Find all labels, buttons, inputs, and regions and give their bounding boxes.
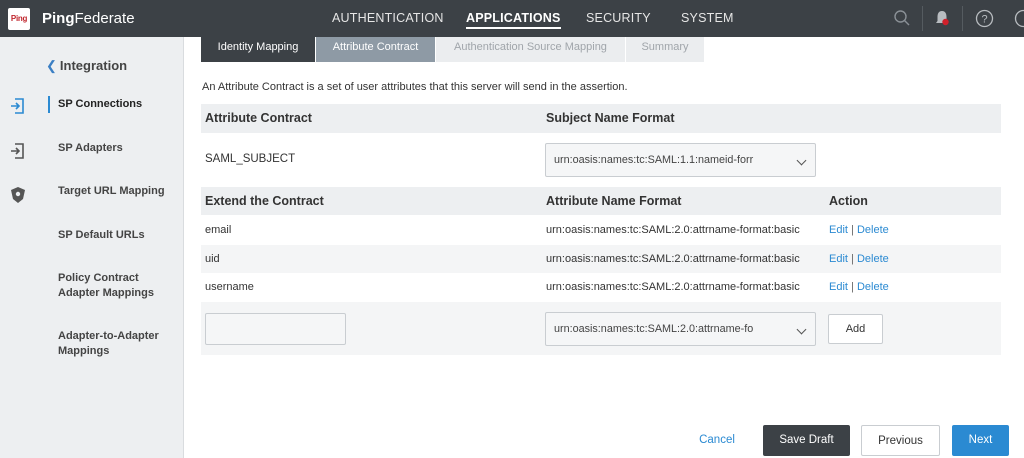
table-row: email urn:oasis:names:tc:SAML:2.0:attrna…	[201, 216, 1001, 245]
subject-name-format-select[interactable]: urn:oasis:names:tc:SAML:1.1:nameid-forr	[545, 143, 816, 177]
ping-logo: Ping	[8, 8, 30, 30]
edit-link[interactable]: Edit	[829, 281, 848, 293]
brand-name-part2: Federate	[74, 10, 135, 27]
subject-attribute-name: SAML_SUBJECT	[205, 153, 296, 165]
delete-link[interactable]: Delete	[857, 224, 889, 236]
back-to-integration-link[interactable]: ❮ Integration	[46, 58, 127, 74]
new-attribute-format-select[interactable]: urn:oasis:names:tc:SAML:2.0:attrname-fo	[545, 312, 816, 346]
column-header-action: Action	[829, 194, 868, 208]
row-actions: Edit | Delete	[829, 281, 889, 293]
table-row: uid urn:oasis:names:tc:SAML:2.0:attrname…	[201, 245, 1001, 273]
save-draft-button[interactable]: Save Draft	[763, 425, 850, 456]
tab-attribute-contract[interactable]: Attribute Contract	[316, 37, 435, 62]
sidebar-item-policy-contract-adapter-mappings[interactable]: Policy Contract Adapter Mappings	[58, 271, 158, 301]
sp-connections-icon[interactable]	[8, 96, 28, 116]
sidebar-item-sp-default-urls[interactable]: SP Default URLs	[58, 228, 178, 243]
attribute-format: urn:oasis:names:tc:SAML:2.0:attrname-for…	[546, 253, 800, 265]
new-attribute-format-value: urn:oasis:names:tc:SAML:2.0:attrname-fo	[554, 323, 754, 335]
action-separator: |	[851, 224, 854, 236]
icon-rail	[0, 37, 36, 458]
extend-contract-header: Extend the Contract Attribute Name Forma…	[201, 187, 1001, 215]
cancel-button[interactable]: Cancel	[688, 425, 746, 456]
attribute-name: uid	[205, 253, 220, 265]
target-url-icon[interactable]	[8, 185, 28, 205]
sidebar-item-sp-connections[interactable]: SP Connections	[58, 97, 178, 112]
sidebar-item-adapter-to-adapter-mappings[interactable]: Adapter-to-Adapter Mappings	[58, 329, 168, 359]
subject-name-format-value: urn:oasis:names:tc:SAML:1.1:nameid-forr	[554, 154, 754, 166]
next-button[interactable]: Next	[952, 425, 1009, 456]
action-separator: |	[851, 253, 854, 265]
tab-identity-mapping[interactable]: Identity Mapping	[201, 37, 315, 62]
topbar-divider	[962, 6, 963, 31]
nav-system[interactable]: SYSTEM	[681, 11, 734, 25]
attribute-format: urn:oasis:names:tc:SAML:2.0:attrname-for…	[546, 224, 800, 236]
notification-bell-icon[interactable]	[933, 9, 951, 27]
user-profile-icon[interactable]	[1014, 9, 1024, 28]
tab-authentication-source-mapping: Authentication Source Mapping	[436, 37, 625, 62]
page-description: An Attribute Contract is a set of user a…	[202, 81, 628, 93]
row-actions: Edit | Delete	[829, 253, 889, 265]
svg-text:?: ?	[981, 14, 987, 26]
column-header-extend-the-contract: Extend the Contract	[205, 194, 324, 208]
sidebar: ❮ Integration SP Connections SP Adapters …	[36, 37, 184, 458]
chevron-left-icon: ❮	[46, 58, 57, 73]
new-attribute-name-input[interactable]	[205, 313, 346, 345]
row-actions: Edit | Delete	[829, 224, 889, 236]
column-header-attribute-name-format: Attribute Name Format	[546, 194, 682, 208]
previous-button[interactable]: Previous	[861, 425, 940, 456]
edit-link[interactable]: Edit	[829, 224, 848, 236]
attribute-format: urn:oasis:names:tc:SAML:2.0:attrname-for…	[546, 281, 800, 293]
attribute-contract-header: Attribute Contract Subject Name Format	[201, 104, 1001, 133]
sp-adapters-icon[interactable]	[8, 141, 28, 161]
delete-link[interactable]: Delete	[857, 281, 889, 293]
table-row: username urn:oasis:names:tc:SAML:2.0:att…	[201, 273, 1001, 302]
attribute-name: username	[205, 281, 254, 293]
active-indicator	[48, 96, 50, 113]
tab-summary: Summary	[626, 37, 704, 62]
sidebar-item-target-url-mapping[interactable]: Target URL Mapping	[58, 184, 178, 199]
add-attribute-button[interactable]: Add	[828, 314, 883, 344]
back-link-label: Integration	[59, 58, 128, 73]
nav-authentication[interactable]: AUTHENTICATION	[332, 11, 444, 25]
sidebar-item-sp-adapters[interactable]: SP Adapters	[58, 141, 178, 156]
top-navigation-bar: Ping PingFederate AUTHENTICATION APPLICA…	[0, 0, 1024, 37]
delete-link[interactable]: Delete	[857, 253, 889, 265]
edit-link[interactable]: Edit	[829, 253, 848, 265]
column-header-subject-name-format: Subject Name Format	[546, 111, 675, 125]
nav-applications[interactable]: APPLICATIONS	[466, 11, 561, 29]
column-header-attribute-contract: Attribute Contract	[205, 111, 312, 125]
chevron-down-icon	[796, 324, 807, 335]
help-icon[interactable]: ?	[975, 9, 994, 28]
chevron-down-icon	[796, 155, 807, 166]
topbar-divider	[922, 6, 923, 31]
nav-security[interactable]: SECURITY	[586, 11, 651, 25]
action-separator: |	[851, 281, 854, 293]
product-name: PingFederate	[42, 10, 135, 27]
attribute-name: email	[205, 224, 232, 236]
brand-name-part1: Ping	[42, 10, 75, 27]
search-icon[interactable]	[893, 9, 911, 27]
